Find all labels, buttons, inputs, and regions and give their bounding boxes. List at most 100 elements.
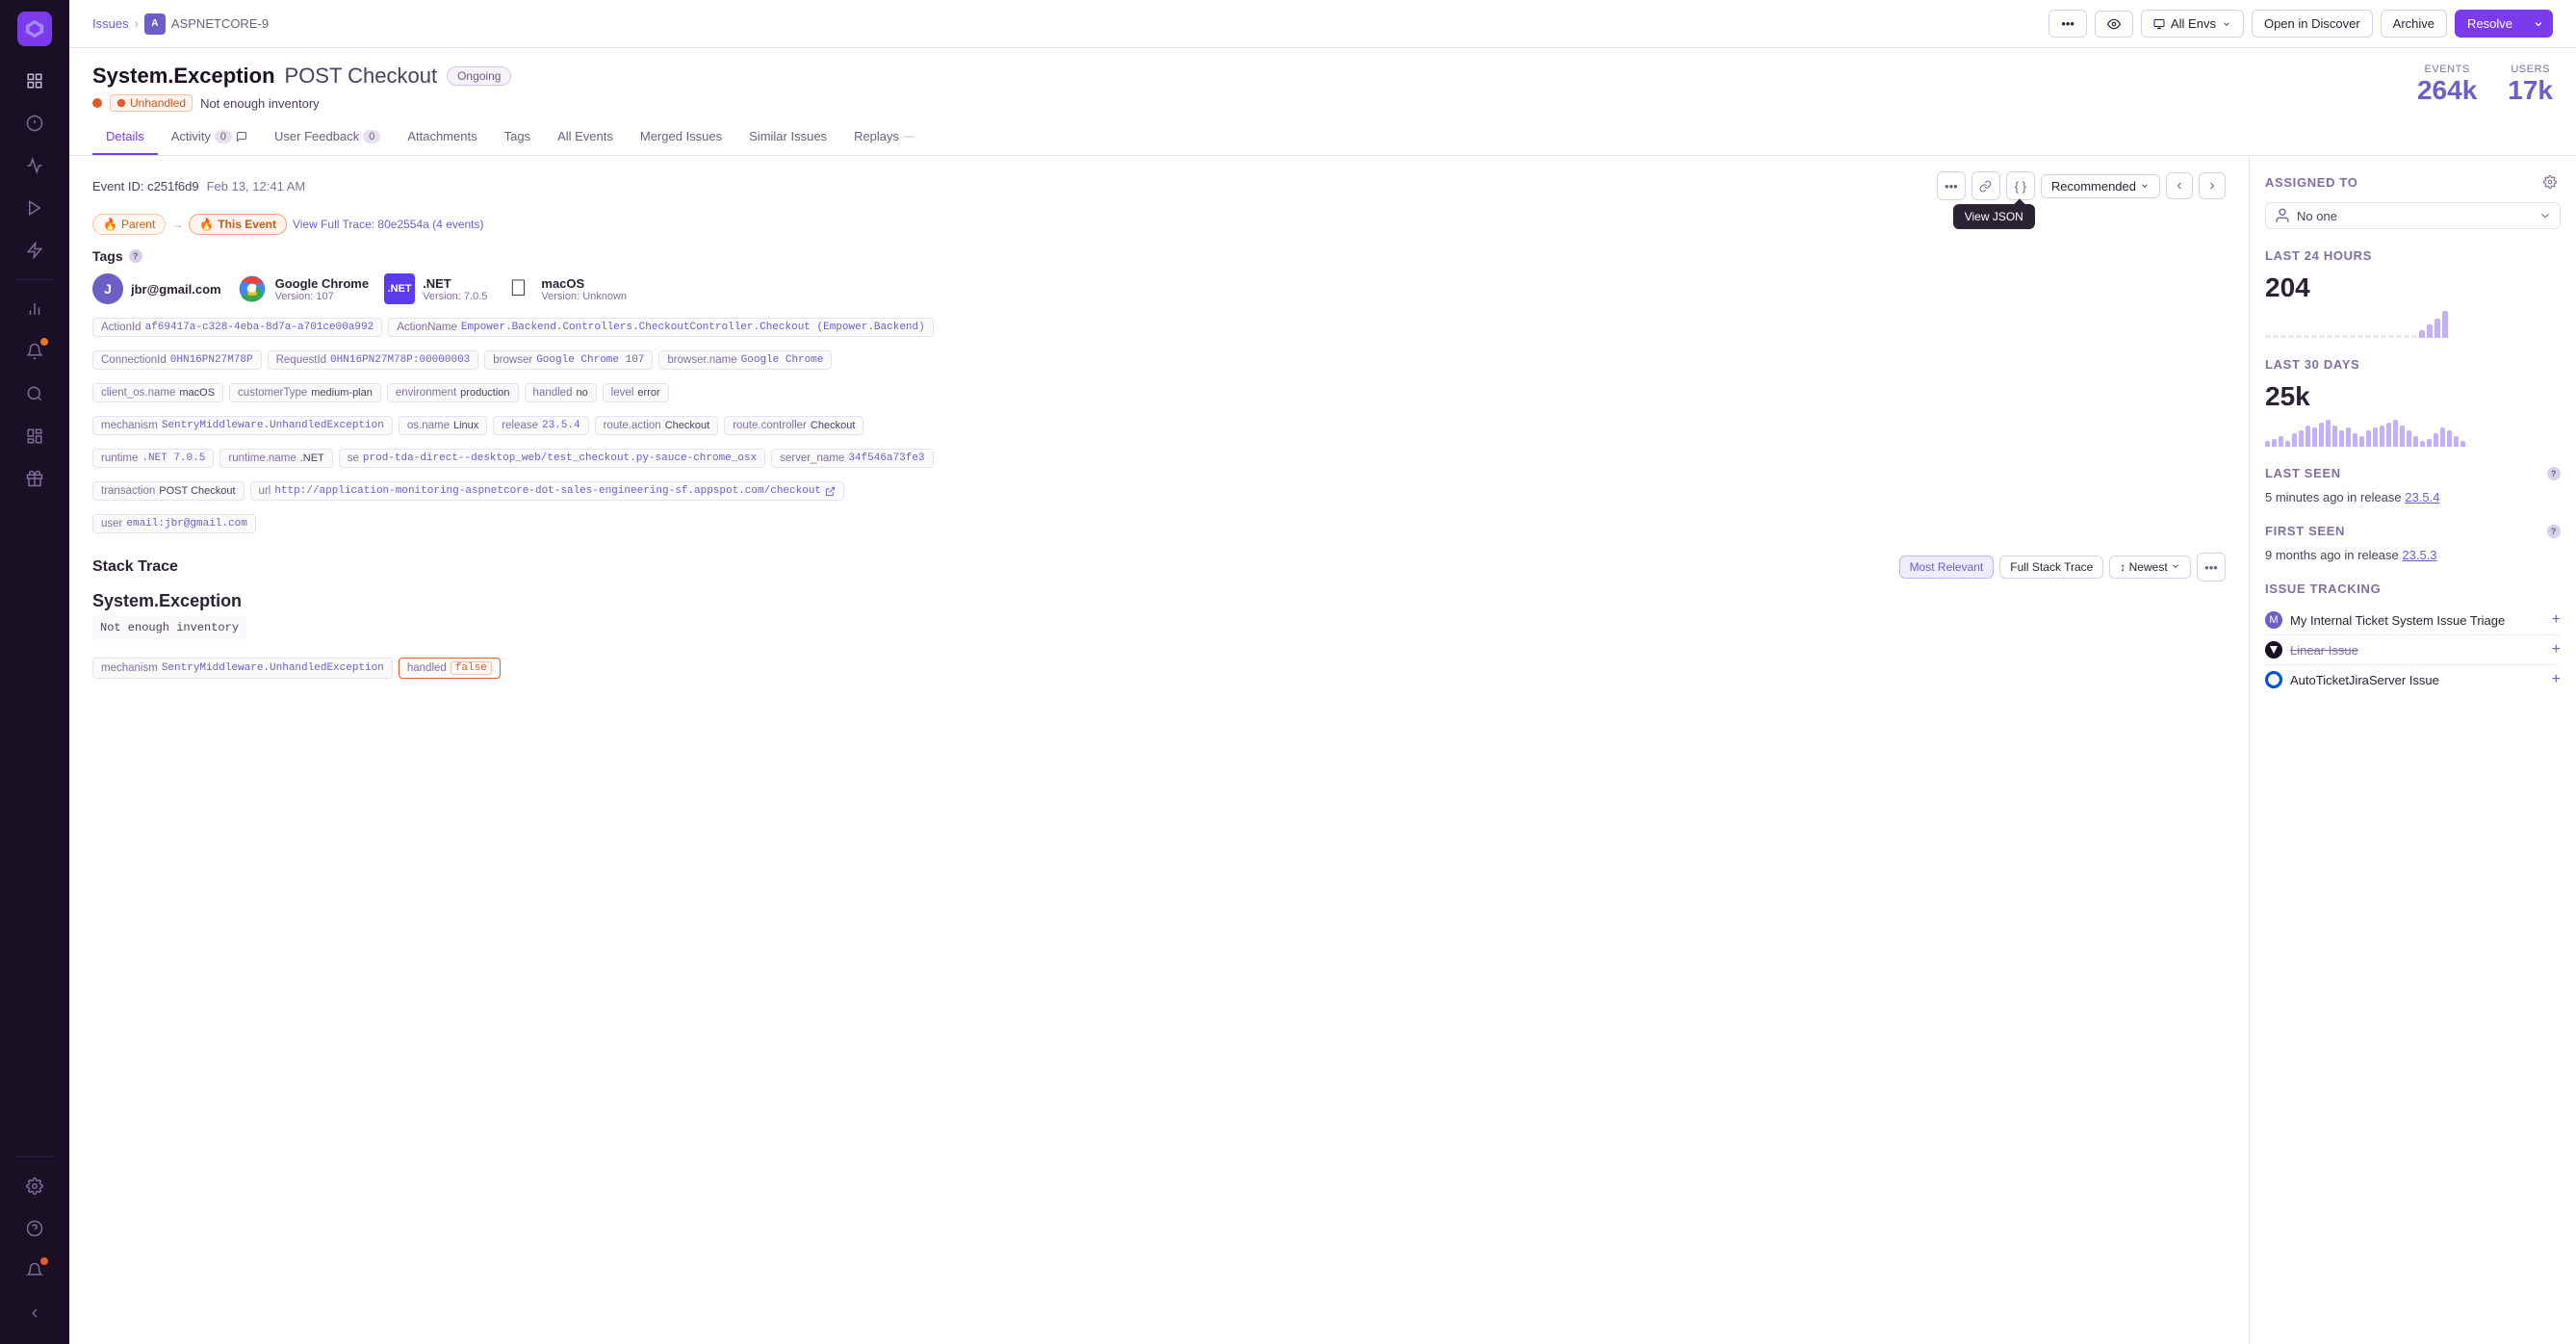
tracking-add-2[interactable]: + — [2552, 671, 2561, 688]
tag-pill-server-name[interactable]: server_name34f546a73fe3 — [771, 449, 933, 468]
chrome-tag-icon — [237, 273, 268, 304]
resolve-button[interactable]: Resolve — [2455, 10, 2524, 38]
logo[interactable] — [17, 12, 52, 46]
first-seen-title: First Seen ? — [2265, 524, 2561, 538]
current-event-pill[interactable]: 🔥 This Event — [189, 214, 287, 235]
tag-pill-environment[interactable]: environmentproduction — [387, 383, 519, 402]
sidebar-item-notifications[interactable] — [15, 1252, 54, 1290]
main-panel: Event ID: c251f6d9 Feb 13, 12:41 AM ••• … — [69, 156, 2249, 1344]
resolve-dropdown-button[interactable] — [2524, 10, 2553, 38]
sidebar — [0, 0, 69, 1344]
last-seen-info-icon[interactable]: ? — [2547, 467, 2561, 480]
assign-dropdown[interactable]: No one — [2265, 202, 2561, 229]
tag-pill-runtime-name[interactable]: runtime.name.NET — [219, 449, 332, 468]
prev-event-button[interactable] — [2166, 172, 2193, 199]
tab-attachments[interactable]: Attachments — [394, 119, 490, 155]
sidebar-item-issues[interactable] — [15, 104, 54, 142]
tag-pill-transaction[interactable]: transactionPOST Checkout — [92, 481, 245, 501]
first-seen-info-icon[interactable]: ? — [2547, 525, 2561, 538]
bar-30d — [2380, 426, 2384, 447]
tab-replays[interactable]: Replays — [840, 119, 928, 155]
tag-pill-os-name[interactable]: os.nameLinux — [399, 416, 487, 435]
events-value: 264k — [2417, 75, 2477, 106]
sidebar-collapse-button[interactable] — [15, 1294, 54, 1332]
bar-30d — [2272, 439, 2277, 447]
sidebar-item-alerts[interactable] — [15, 332, 54, 371]
sidebar-item-releases[interactable] — [15, 459, 54, 498]
tag-pill-user[interactable]: useremail:jbr@gmail.com — [92, 514, 256, 533]
tag-pill-release[interactable]: release23.5.4 — [493, 416, 588, 435]
recommended-dropdown[interactable]: Recommended — [2041, 174, 2160, 198]
sidebar-item-help[interactable] — [15, 1209, 54, 1248]
watch-button[interactable] — [2095, 11, 2133, 38]
sidebar-item-performance[interactable] — [15, 146, 54, 185]
stack-handled-tag[interactable]: handled false — [399, 658, 501, 679]
tag-pill-route-controller[interactable]: route.controllerCheckout — [724, 416, 863, 435]
tag-pill-handled[interactable]: handledno — [525, 383, 597, 402]
open-discover-button[interactable]: Open in Discover — [2252, 10, 2373, 38]
stack-mechanism-tag[interactable]: mechanism SentryMiddleware.UnhandledExce… — [92, 658, 393, 679]
env-selector[interactable]: All Envs — [2141, 10, 2244, 38]
breadcrumb-issues[interactable]: Issues — [92, 16, 129, 31]
sidebar-item-discover[interactable] — [15, 375, 54, 413]
tag-pill-url[interactable]: urlhttp://application-monitoring-aspnetc… — [250, 481, 844, 501]
last-seen-release[interactable]: 23.5.4 — [2405, 490, 2439, 504]
sidebar-item-metrics[interactable] — [15, 290, 54, 328]
tracking-add-1[interactable]: + — [2552, 641, 2561, 659]
event-nav-pills: 🔥 Parent → 🔥 This Event View Full Trace:… — [92, 214, 2226, 235]
user-tag-info: jbr@gmail.com — [131, 282, 221, 297]
tag-pill-actionid[interactable]: ActionIdaf69417a-c328-4eba-8d7a-a701ce00… — [92, 318, 382, 337]
issue-tracking-title: Issue Tracking — [2265, 582, 2561, 596]
parent-event-pill[interactable]: 🔥 Parent — [92, 214, 166, 235]
sidebar-item-replays[interactable] — [15, 189, 54, 227]
tab-merged-issues[interactable]: Merged Issues — [627, 119, 735, 155]
tag-pill-route-action[interactable]: route.actionCheckout — [595, 416, 719, 435]
tracking-item-1: Linear Issue + — [2265, 635, 2561, 665]
tab-details[interactable]: Details — [92, 119, 158, 155]
event-link-button[interactable] — [1971, 171, 2000, 200]
stack-trace-header: Stack Trace Most Relevant Full Stack Tra… — [92, 553, 2226, 582]
tag-pill-requestid[interactable]: RequestId0HN16PN27M78P:00000003 — [268, 350, 479, 370]
stack-more-button[interactable]: ••• — [2197, 553, 2226, 582]
more-button[interactable]: ••• — [2048, 10, 2087, 38]
tag-pill-browser-name[interactable]: browser.nameGoogle Chrome — [658, 350, 832, 370]
tag-pill-mechanism[interactable]: mechanismSentryMiddleware.UnhandledExcep… — [92, 416, 393, 435]
most-relevant-button[interactable]: Most Relevant — [1899, 556, 1995, 579]
resolve-group: Resolve — [2455, 10, 2553, 38]
sidebar-item-profiling[interactable] — [15, 231, 54, 270]
bar-24h — [2288, 335, 2294, 338]
tag-pill-browser[interactable]: browserGoogle Chrome 107 — [484, 350, 653, 370]
tags-info-icon[interactable]: ? — [129, 249, 142, 263]
tab-tags[interactable]: Tags — [491, 119, 544, 155]
view-json-button[interactable]: { } — [2006, 171, 2035, 200]
tag-pill-client-os[interactable]: client_os.namemacOS — [92, 383, 223, 402]
tab-user-feedback[interactable]: User Feedback 0 — [261, 119, 394, 155]
issue-type: System.Exception — [92, 64, 275, 89]
bar-30d — [2292, 433, 2297, 447]
event-more-button[interactable]: ••• — [1937, 171, 1966, 200]
tag-pill-se[interactable]: seprod-tda-direct--desktop_web/test_chec… — [339, 449, 765, 468]
next-event-button[interactable] — [2199, 172, 2226, 199]
tag-pill-runtime[interactable]: runtime.NET 7.0.5 — [92, 449, 214, 468]
tab-all-events[interactable]: All Events — [544, 119, 627, 155]
sidebar-item-dashboards[interactable] — [15, 417, 54, 455]
assigned-settings-icon[interactable] — [2539, 171, 2561, 193]
sidebar-item-dashboard[interactable] — [15, 62, 54, 100]
first-seen-release[interactable]: 23.5.3 — [2402, 548, 2436, 562]
tag-pill-customer-type[interactable]: customerTypemedium-plan — [229, 383, 381, 402]
archive-button[interactable]: Archive — [2381, 10, 2447, 38]
bar-24h — [2342, 335, 2348, 338]
tab-activity[interactable]: Activity 0 — [158, 119, 261, 155]
sidebar-item-settings[interactable] — [15, 1167, 54, 1205]
breadcrumb-project[interactable]: ASPNETCORE-9 — [171, 16, 269, 31]
tag-pill-level[interactable]: levelerror — [603, 383, 669, 402]
tab-similar-issues[interactable]: Similar Issues — [735, 119, 840, 155]
tracking-add-0[interactable]: + — [2552, 611, 2561, 629]
full-stack-button[interactable]: Full Stack Trace — [1999, 556, 2103, 579]
tag-pill-connectionid[interactable]: ConnectionId0HN16PN27M78P — [92, 350, 262, 370]
chrome-tag-info: Google Chrome Version: 107 — [275, 276, 370, 302]
first-seen-text: 9 months ago in release 23.5.3 — [2265, 548, 2561, 562]
tag-pill-actionname[interactable]: ActionNameEmpower.Backend.Controllers.Ch… — [388, 318, 934, 337]
sort-button[interactable]: ↕ Newest — [2109, 556, 2191, 579]
full-trace-link[interactable]: View Full Trace: 80e2554a (4 events) — [293, 218, 484, 231]
